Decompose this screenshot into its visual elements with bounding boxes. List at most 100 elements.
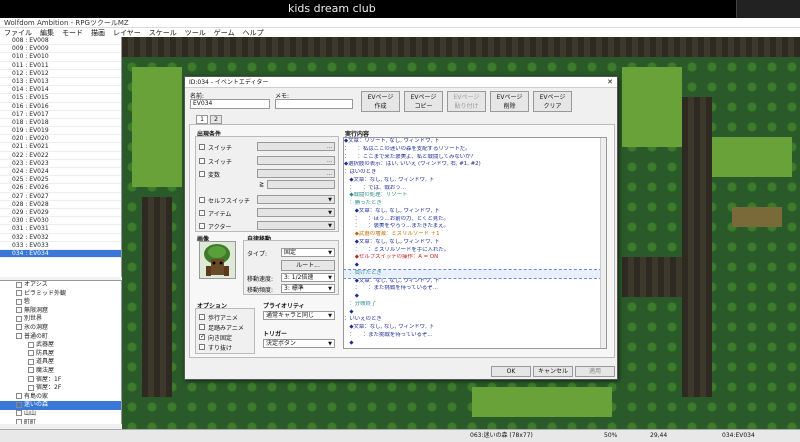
menu-item[interactable]: 描画 <box>87 28 109 37</box>
map-tree-item[interactable]: 宿屋：2F <box>0 384 121 393</box>
command-row[interactable]: ：負けたとき <box>344 268 606 279</box>
event-list-item[interactable]: 022 : EV022 <box>0 152 121 160</box>
condition-select[interactable]: ▼ <box>257 208 335 217</box>
ok-button[interactable]: OK <box>491 366 531 377</box>
condition-checkbox[interactable] <box>199 144 205 150</box>
event-list-item[interactable]: 016 : EV016 <box>0 103 121 111</box>
option-checkbox[interactable] <box>199 333 205 340</box>
event-list-item[interactable]: 013 : EV013 <box>0 78 121 87</box>
map-tree-item[interactable]: 山山 <box>0 410 121 419</box>
trigger-select[interactable]: 決定ボタン ▼ <box>263 339 335 348</box>
menu-item[interactable]: ツール <box>181 28 210 37</box>
command-row[interactable]: ： ：ミスリルソードを手に入れた。 <box>344 247 606 255</box>
map-tree-item[interactable]: 有島の家 <box>0 393 121 402</box>
map-tree-item[interactable]: ピラミッド外観 <box>0 290 121 299</box>
event-page-button[interactable]: EVページ 作成 <box>361 91 400 112</box>
event-list-item[interactable]: 033 : EV033 <box>0 242 121 250</box>
map-tree-item[interactable]: 別世界 <box>0 315 121 324</box>
event-page-button[interactable]: EVページ 削除 <box>490 91 529 112</box>
command-row[interactable]: ◆選択肢の表示：はい, いいえ (ウィンドウ, 右, #1, #2) <box>344 161 606 169</box>
event-list-item[interactable]: 015 : EV015 <box>0 94 121 103</box>
command-row[interactable]: ：いいえのとき <box>344 316 606 324</box>
menu-item[interactable]: モード <box>58 28 87 37</box>
map-tree-item[interactable]: 砦 <box>0 298 121 307</box>
condition-checkbox[interactable] <box>199 158 205 164</box>
move-type-select[interactable]: 固定 ▼ <box>281 248 335 257</box>
condition-select[interactable]: … <box>257 169 335 178</box>
condition-checkbox[interactable] <box>199 197 205 203</box>
condition-checkbox[interactable] <box>199 171 205 177</box>
event-list-item[interactable]: 010 : EV010 <box>0 53 121 62</box>
map-tree-item[interactable]: 武器屋 <box>0 341 121 350</box>
map-tree-item[interactable]: 無限洞窟 <box>0 307 121 316</box>
cancel-button[interactable]: キャンセル <box>533 366 573 377</box>
menu-item[interactable]: ヘルプ <box>239 28 268 37</box>
event-list-item[interactable]: 028 : EV028 <box>0 201 121 209</box>
event-list-item[interactable]: 020 : EV020 <box>0 135 121 144</box>
variable-value-field[interactable] <box>267 180 335 189</box>
command-row[interactable]: ： ：私はここの迷いの森を支配するリソートだ。 <box>344 146 606 154</box>
map-tree-item[interactable]: 道具屋 <box>0 358 121 367</box>
event-list-item[interactable]: 029 : EV029 <box>0 209 121 218</box>
command-row[interactable]: ◆武器の増減：ミスリルソード ＋1 <box>344 231 606 239</box>
map-tree-item[interactable]: 迷いの森 <box>0 401 121 410</box>
apply-button[interactable]: 適用 <box>575 366 615 377</box>
close-icon[interactable]: ✕ <box>605 78 615 86</box>
event-list-item[interactable]: 030 : EV030 <box>0 217 121 226</box>
event-list-item[interactable]: 032 : EV032 <box>0 234 121 242</box>
map-tree-item[interactable]: 普通の町 <box>0 333 121 342</box>
move-freq-select[interactable]: 3: 標準 ▼ <box>281 284 335 293</box>
map-tree-item[interactable]: 宿屋：1F <box>0 376 121 385</box>
option-checkbox[interactable] <box>199 324 205 330</box>
condition-select[interactable]: ▼ <box>257 221 335 230</box>
command-row[interactable]: ： ：また挑戦を待っているぞ… <box>344 332 606 340</box>
event-list-item[interactable]: 018 : EV018 <box>0 119 121 128</box>
condition-select[interactable]: … <box>257 142 335 151</box>
menu-item[interactable]: ファイル <box>0 28 36 37</box>
command-row[interactable]: ◆ <box>344 262 606 270</box>
command-list[interactable]: ◆文章：リソート, なし, ウィンドウ, 下： ：私はここの迷いの森を支配するリ… <box>343 137 607 349</box>
command-row[interactable]: ： ：ここまで来た褒美よ、私と戦闘してみないか？ <box>344 154 606 162</box>
event-list-item[interactable]: 019 : EV019 <box>0 127 121 136</box>
command-row[interactable]: ◆ <box>344 293 606 301</box>
event-list-item[interactable]: 017 : EV017 <box>0 111 121 119</box>
condition-checkbox[interactable] <box>199 210 205 216</box>
command-row[interactable]: ◆ <box>344 309 606 317</box>
event-list-item[interactable]: 014 : EV014 <box>0 86 121 95</box>
command-row[interactable]: ◆文章：リソート, なし, ウィンドウ, 下 <box>344 138 606 146</box>
map-tree-item[interactable]: 町町 <box>0 419 121 424</box>
event-page-button[interactable]: EVページ クリア <box>533 91 572 112</box>
event-list-item[interactable]: 011 : EV011 <box>0 62 121 70</box>
command-row[interactable]: ： ：褒美をやろう…またきたまえ。 <box>344 223 606 231</box>
command-row[interactable]: ：はいのとき <box>344 169 606 177</box>
command-row[interactable]: ： ：では、戦おう… <box>344 185 606 193</box>
route-button[interactable]: ルート... <box>281 260 335 271</box>
event-page-button[interactable]: EVページ 貼り付け <box>447 91 486 112</box>
memo-field[interactable] <box>275 99 353 109</box>
event-list-item[interactable]: 024 : EV024 <box>0 168 121 177</box>
command-row[interactable]: ：勝ったとき <box>344 200 606 208</box>
priority-select[interactable]: 通常キャラと同じ ▼ <box>263 311 335 320</box>
command-row[interactable]: ： ：また挑戦を待っているぞ… <box>344 285 606 293</box>
condition-select[interactable]: ▼ <box>257 195 335 204</box>
event-list-item[interactable]: 026 : EV026 <box>0 184 121 193</box>
command-row[interactable]: ◆セルフスイッチの操作：A = ON <box>344 254 606 262</box>
map-tree-item[interactable]: 防具屋 <box>0 350 121 359</box>
event-list-item[interactable]: 034 : EV034 <box>0 249 121 259</box>
event-list-item[interactable]: 031 : EV031 <box>0 225 121 234</box>
tab-page-1[interactable]: 1 <box>196 115 208 124</box>
map-tree-item[interactable]: 氷の洞窟 <box>0 324 121 333</box>
event-list-item[interactable]: 025 : EV025 <box>0 176 121 185</box>
menu-item[interactable]: レイヤー <box>109 28 145 37</box>
event-list-item[interactable]: 023 : EV023 <box>0 160 121 168</box>
map-tree-item[interactable]: オアシス <box>0 281 121 290</box>
option-checkbox[interactable] <box>199 314 205 320</box>
move-speed-select[interactable]: 3: 1/2倍速 ▼ <box>281 273 335 282</box>
menu-item[interactable]: スケール <box>145 28 181 37</box>
condition-checkbox[interactable] <box>199 223 205 229</box>
condition-select[interactable]: … <box>257 156 335 165</box>
name-field[interactable]: EV034 <box>190 99 270 109</box>
event-list-item[interactable]: 012 : EV012 <box>0 70 121 78</box>
command-list-scrollbar[interactable] <box>600 138 606 348</box>
command-row[interactable]: ◆文章：なし, なし, ウィンドウ, 下 <box>344 177 606 185</box>
